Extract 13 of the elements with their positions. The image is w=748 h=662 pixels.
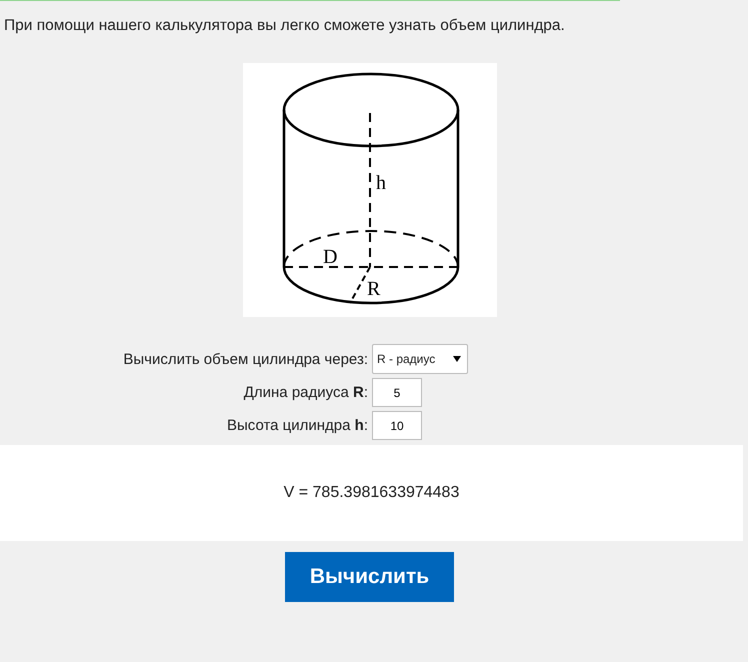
caret-icon: [453, 356, 461, 362]
field-label: Высота цилиндра h:: [226, 417, 368, 434]
result-text: V = 785.3981633974483: [284, 484, 460, 502]
intro-text: При помощи нашего калькулятора вы легко сможете узнать объем цилиндра.: [4, 17, 566, 35]
input-field[interactable]: 5: [372, 378, 422, 407]
calculate-button[interactable]: Вычислить: [285, 552, 454, 602]
dimension-label: R: [367, 278, 380, 300]
field-label: Длина радиуса R:: [242, 384, 368, 401]
input-field[interactable]: 10: [372, 411, 422, 440]
dimension-label: h: [376, 172, 386, 194]
field-label: Вычислить объем цилиндра через:: [122, 350, 368, 368]
method-dropdown[interactable]: R - радиус: [372, 344, 468, 374]
dimension-label: D: [323, 246, 338, 268]
